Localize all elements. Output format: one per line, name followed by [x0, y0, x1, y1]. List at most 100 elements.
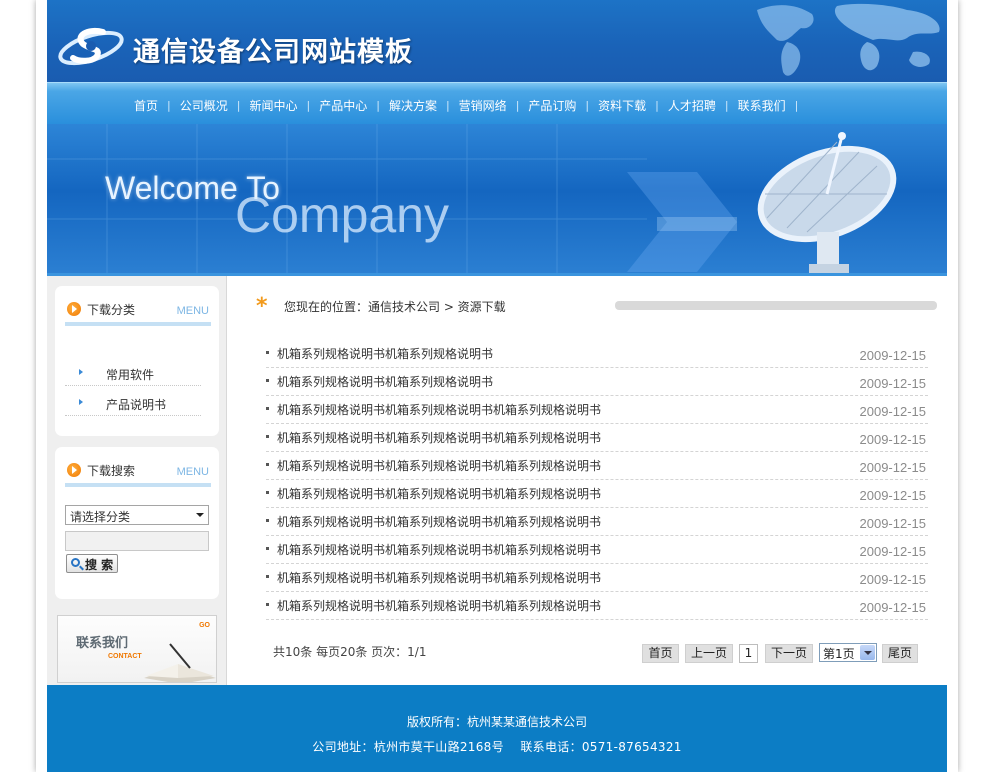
search-button[interactable]: 搜 索	[66, 554, 118, 573]
list-item: 机箱系列规格说明书机箱系列规格说明书机箱系列规格说明书 2009-12-15	[266, 536, 928, 564]
sidebar: 下载分类 MENU 常用软件 产品说明书 下载搜索 MENU 请选择分类 搜 索…	[47, 276, 227, 685]
list-item-date: 2009-12-15	[859, 488, 927, 503]
contact-title: 联系我们	[76, 636, 129, 651]
list-item-title[interactable]: 机箱系列规格说明书机箱系列规格说明书	[277, 373, 493, 390]
search-icon	[71, 558, 80, 567]
list-item: 机箱系列规格说明书机箱系列规格说明书机箱系列规格说明书 2009-12-15	[266, 396, 928, 424]
category-select[interactable]: 请选择分类	[65, 505, 209, 525]
list-bullet	[266, 463, 269, 466]
list-item: 机箱系列规格说明书机箱系列规格说明书机箱系列规格说明书 2009-12-15	[266, 452, 928, 480]
nav-item-solutions[interactable]: 解决方案	[380, 97, 446, 114]
main-panel: * 您现在的位置：通信技术公司 > 资源下载 机箱系列规格说明书机箱系列规格说明…	[228, 276, 947, 685]
nav-item-products[interactable]: 产品中心	[310, 97, 376, 114]
list-item-date: 2009-12-15	[859, 516, 927, 531]
search-button-label: 搜 索	[85, 558, 114, 572]
chevron-down-icon	[196, 513, 204, 517]
site-header: 通信设备公司网站模板	[47, 0, 947, 82]
list-item-date: 2009-12-15	[859, 600, 927, 615]
list-item-date: 2009-12-15	[859, 572, 927, 587]
nav-item-marketing[interactable]: 营销网络	[450, 97, 516, 114]
list-item-date: 2009-12-15	[859, 544, 927, 559]
search-input[interactable]	[65, 531, 209, 551]
page-wrapper: 通信设备公司网站模板 首页 | 公司概况 | 新闻中心 | 产品中心 | 解决方案 | 营…	[47, 0, 947, 772]
contact-us-banner[interactable]: 联系我们 CONTACT GO	[57, 615, 217, 683]
orange-arrow-icon	[67, 463, 81, 477]
breadcrumb-decor-bar	[615, 301, 937, 310]
list-item: 机箱系列规格说明书机箱系列规格说明书 2009-12-15	[266, 340, 928, 368]
hero-banner: Welcome To Company	[47, 124, 947, 276]
list-item: 机箱系列规格说明书机箱系列规格说明书机箱系列规格说明书 2009-12-15	[266, 424, 928, 452]
last-page-button[interactable]: 尾页	[882, 644, 918, 663]
list-bullet	[266, 351, 269, 354]
list-item-title[interactable]: 机箱系列规格说明书机箱系列规格说明书机箱系列规格说明书	[277, 513, 601, 530]
menu-tag: MENU	[176, 466, 209, 478]
triangle-bullet-icon	[79, 369, 83, 375]
site-title: 通信设备公司网站模板	[133, 37, 413, 68]
list-item-date: 2009-12-15	[859, 432, 927, 447]
list-bullet	[266, 575, 269, 578]
main-nav: 首页 | 公司概况 | 新闻中心 | 产品中心 | 解决方案 | 营销网络 | 产品订购 | …	[47, 82, 947, 124]
list-item-title[interactable]: 机箱系列规格说明书机箱系列规格说明书机箱系列规格说明书	[277, 485, 601, 502]
nav-item-contact[interactable]: 联系我们	[729, 97, 795, 114]
nav-item-downloads[interactable]: 资料下载	[589, 97, 655, 114]
list-item: 机箱系列规格说明书机箱系列规格说明书机箱系列规格说明书 2009-12-15	[266, 480, 928, 508]
go-label: GO	[199, 622, 210, 629]
nav-item-about[interactable]: 公司概况	[171, 97, 237, 114]
download-category-title: 下载分类	[87, 303, 136, 317]
list-item: 机箱系列规格说明书机箱系列规格说明书机箱系列规格说明书 2009-12-15	[266, 592, 928, 620]
list-item-title[interactable]: 机箱系列规格说明书机箱系列规格说明书机箱系列规格说明书	[277, 401, 601, 418]
download-list: 机箱系列规格说明书机箱系列规格说明书 2009-12-15 机箱系列规格说明书机箱…	[266, 340, 928, 620]
world-map-graphic	[757, 3, 940, 76]
triangle-bullet-icon	[79, 399, 83, 405]
prev-page-button[interactable]: 上一页	[685, 644, 733, 663]
download-category-header: 下载分类 MENU	[65, 298, 211, 326]
list-item: 机箱系列规格说明书机箱系列规格说明书 2009-12-15	[266, 368, 928, 396]
nav-item-careers[interactable]: 人才招聘	[659, 97, 725, 114]
category-item-label[interactable]: 产品说明书	[106, 396, 166, 413]
orange-arrow-icon	[67, 302, 81, 316]
breadcrumb: 您现在的位置：通信技术公司 > 资源下载	[284, 300, 506, 314]
nav-item-news[interactable]: 新闻中心	[240, 97, 306, 114]
download-search-title: 下载搜索	[87, 464, 136, 478]
category-select-value: 请选择分类	[70, 510, 131, 524]
list-item-date: 2009-12-15	[859, 404, 927, 419]
list-bullet	[266, 603, 269, 606]
page-select[interactable]: 第1页	[819, 643, 877, 662]
nav-item-home[interactable]: 首页	[125, 97, 167, 114]
list-bullet	[266, 407, 269, 410]
list-item-title[interactable]: 机箱系列规格说明书机箱系列规格说明书	[277, 345, 493, 362]
list-item-date: 2009-12-15	[859, 348, 927, 363]
download-search-box: 下载搜索 MENU 请选择分类 搜 索	[55, 447, 219, 599]
list-item-date: 2009-12-15	[859, 460, 927, 475]
list-bullet	[266, 491, 269, 494]
list-bullet	[266, 379, 269, 382]
footer-address-contact: 公司地址：杭州市莫干山路2168号 联系电话：0571-87654321	[312, 740, 682, 754]
list-item: 机箱系列规格说明书机箱系列规格说明书机箱系列规格说明书 2009-12-15	[266, 564, 928, 592]
banner-company-text: Company	[235, 187, 449, 243]
star-icon: *	[256, 294, 268, 319]
pager-info: 共10条 每页20条 页次：1/1	[273, 645, 427, 659]
list-item-date: 2009-12-15	[859, 376, 927, 391]
list-item-title[interactable]: 机箱系列规格说明书机箱系列规格说明书机箱系列规格说明书	[277, 569, 601, 586]
book-pen-graphic	[144, 643, 216, 682]
menu-tag: MENU	[176, 305, 209, 317]
list-bullet	[266, 547, 269, 550]
next-page-button[interactable]: 下一页	[765, 644, 813, 663]
category-item[interactable]: 常用软件	[65, 362, 201, 386]
list-item-title[interactable]: 机箱系列规格说明书机箱系列规格说明书机箱系列规格说明书	[277, 457, 601, 474]
category-item[interactable]: 产品说明书	[65, 392, 201, 416]
first-page-button[interactable]: 首页	[642, 644, 679, 663]
page-select-value: 第1页	[823, 647, 855, 661]
content-area: 下载分类 MENU 常用软件 产品说明书 下载搜索 MENU 请选择分类 搜 索…	[47, 276, 947, 685]
chevron-down-icon	[860, 645, 875, 660]
list-item-title[interactable]: 机箱系列规格说明书机箱系列规格说明书机箱系列规格说明书	[277, 597, 601, 614]
current-page-number[interactable]: 1	[739, 644, 758, 663]
list-item: 机箱系列规格说明书机箱系列规格说明书机箱系列规格说明书 2009-12-15	[266, 508, 928, 536]
footer-copyright: 版权所有：杭州某某通信技术公司	[406, 715, 587, 729]
nav-item-order[interactable]: 产品订购	[519, 97, 585, 114]
download-category-box: 下载分类 MENU 常用软件 产品说明书	[55, 286, 219, 436]
list-item-title[interactable]: 机箱系列规格说明书机箱系列规格说明书机箱系列规格说明书	[277, 429, 601, 446]
category-item-label[interactable]: 常用软件	[106, 366, 154, 383]
list-item-title[interactable]: 机箱系列规格说明书机箱系列规格说明书机箱系列规格说明书	[277, 541, 601, 558]
list-bullet	[266, 519, 269, 522]
